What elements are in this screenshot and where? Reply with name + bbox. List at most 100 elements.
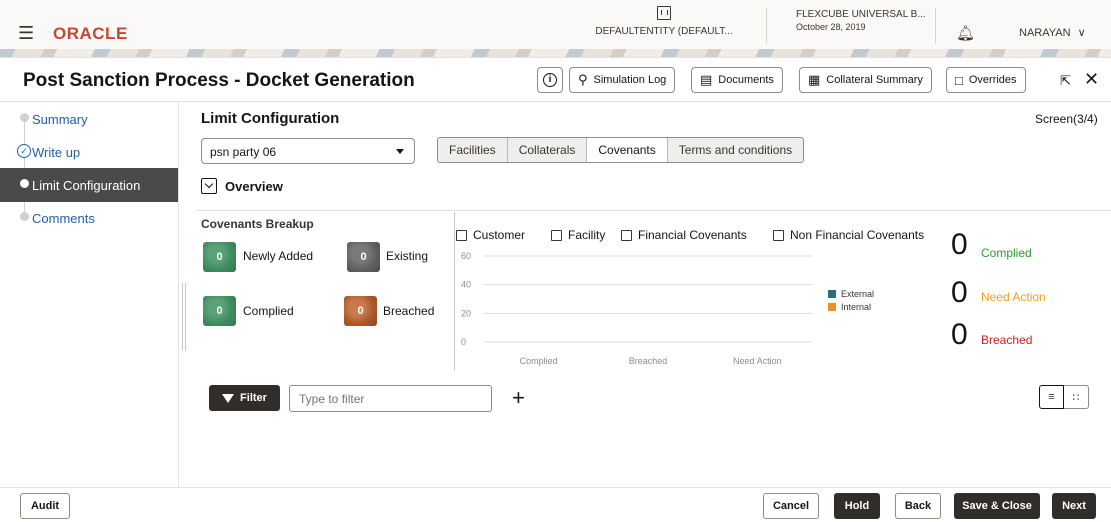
list-view-icon[interactable]: ≡: [1039, 385, 1064, 409]
oracle-logo: ORACLE: [53, 24, 128, 43]
entity-label: DEFAULTENTITY (DEFAULT...: [595, 26, 733, 37]
sidebar-resize-handle[interactable]: [182, 283, 186, 351]
filter-label: Filter: [240, 392, 267, 404]
legend-label: External: [841, 289, 874, 299]
sidebar-item-label: Limit Configuration: [32, 177, 141, 193]
financial-covenants-checkbox[interactable]: Financial Covenants: [621, 228, 747, 242]
complied-total-label: Complied: [981, 246, 1032, 260]
documents-label: Documents: [718, 74, 774, 86]
need-action-total-label: Need Action: [981, 290, 1046, 304]
breached-total-label: Breached: [981, 333, 1033, 347]
checkbox-box: [456, 229, 467, 241]
product-name: FLEXCUBE UNIVERSAL B...: [796, 9, 926, 20]
audit-button[interactable]: Audit: [20, 493, 70, 519]
y-tick-label: 60: [461, 251, 471, 261]
x-tick-label: Need Action: [733, 356, 782, 366]
document-icon: ▤: [700, 72, 713, 87]
sidebar-item-write-up[interactable]: ✓ Write up: [0, 135, 178, 169]
divider: [195, 210, 1111, 211]
title-bar: Post Sanction Process - Docket Generatio…: [0, 58, 1111, 102]
tab-bar: Facilities Collaterals Covenants Terms a…: [437, 137, 805, 163]
footer-bar: Audit Cancel Hold Back Save & Close Next: [0, 487, 1111, 522]
newly-added-count: 0: [203, 242, 236, 272]
step-dot: [20, 212, 29, 221]
section-title: Limit Configuration: [201, 110, 340, 127]
expand-icon[interactable]: ⇱: [1060, 73, 1071, 89]
sidebar-item-comments[interactable]: Comments: [0, 201, 178, 235]
collateral-summary-button[interactable]: ▦ Collateral Summary: [799, 67, 932, 93]
existing-label: Existing: [386, 249, 429, 263]
simulation-log-button[interactable]: ⚲ Simulation Log: [569, 67, 676, 93]
breakup-divider: [454, 212, 455, 370]
overrides-label: Overrides: [968, 74, 1017, 86]
cancel-button[interactable]: Cancel: [763, 493, 819, 519]
complied-total: 0: [951, 228, 968, 261]
bell-icon[interactable]: 🔔︎: [956, 24, 975, 42]
product-selector[interactable]: FLEXCUBE UNIVERSAL B... October 28, 2019: [796, 9, 926, 33]
info-button[interactable]: i: [537, 67, 563, 93]
summary-icon: ▦: [808, 72, 821, 87]
x-tick-label: Breached: [629, 356, 668, 366]
hamburger-menu-icon[interactable]: ☰: [18, 24, 34, 42]
y-tick-label: 0: [461, 337, 466, 347]
complied-label: Complied: [243, 304, 294, 318]
view-toggle: ≡ ∷: [1039, 385, 1089, 409]
sidebar-item-label: Comments: [32, 210, 95, 226]
tab-terms-and-conditions[interactable]: Terms and conditions: [668, 138, 803, 162]
checkbox-label: Financial Covenants: [638, 228, 747, 242]
checkbox-label: Non Financial Covenants: [790, 228, 925, 242]
non-financial-covenants-checkbox[interactable]: Non Financial Covenants: [773, 228, 924, 242]
add-icon[interactable]: +: [512, 385, 525, 411]
entity-selector[interactable]: DEFAULTENTITY (DEFAULT...: [584, 6, 744, 37]
close-icon[interactable]: ✕: [1084, 69, 1099, 90]
checkbox-box: [773, 229, 784, 241]
filter-button[interactable]: Filter: [209, 385, 280, 411]
y-tick-label: 40: [461, 280, 471, 290]
sidebar-item-label: Write up: [32, 144, 81, 160]
simulation-log-label: Simulation Log: [593, 74, 667, 86]
overrides-icon: □: [955, 72, 963, 88]
overview-toggle[interactable]: Overview: [201, 178, 283, 194]
funnel-icon: [222, 393, 235, 403]
existing-count: 0: [347, 242, 380, 272]
documents-button[interactable]: ▤ Documents: [691, 67, 783, 93]
x-tick-label: Complied: [520, 356, 558, 366]
tab-covenants[interactable]: Covenants: [587, 138, 668, 162]
app-header: ☰ ORACLE DEFAULTENTITY (DEFAULT... FLEXC…: [0, 0, 1111, 58]
customer-checkbox[interactable]: Customer: [456, 228, 525, 242]
info-icon: i: [543, 73, 557, 87]
screen-counter: Screen(3/4): [1035, 112, 1098, 126]
legend-label: Internal: [841, 302, 871, 312]
back-button[interactable]: Back: [895, 493, 941, 519]
check-circle-icon: ✓: [17, 144, 31, 158]
covenants-chart: 60 40 20 0 Complied Breached Need Action Extern…: [458, 244, 898, 371]
sidebar-item-summary[interactable]: Summary: [0, 102, 178, 136]
newly-added-label: Newly Added: [243, 249, 314, 263]
checkbox-label: Facility: [568, 228, 606, 242]
user-name: NARAYAN: [1019, 27, 1071, 39]
grid-view-icon[interactable]: ∷: [1064, 385, 1089, 409]
party-select-value: psn party 06: [210, 145, 277, 159]
overrides-button[interactable]: □ Overrides: [946, 67, 1026, 93]
sidebar-item-limit-configuration[interactable]: Limit Configuration: [0, 168, 178, 202]
covenants-bar-chart: 60 40 20 0 Complied Breached Need Action Extern…: [461, 251, 874, 366]
tab-collaterals[interactable]: Collaterals: [508, 138, 588, 162]
user-menu[interactable]: NARAYAN ∨: [1019, 26, 1086, 39]
party-select[interactable]: psn party 06: [201, 138, 415, 164]
breakup-title: Covenants Breakup: [201, 217, 314, 231]
tab-facilities[interactable]: Facilities: [438, 138, 508, 162]
hold-button[interactable]: Hold: [834, 493, 880, 519]
legend-swatch: [828, 303, 836, 311]
sidebar-item-label: Summary: [32, 111, 88, 127]
chevron-down-icon: ∨: [1077, 27, 1086, 39]
need-action-total: 0: [951, 276, 968, 309]
checkbox-box: [551, 229, 562, 241]
save-close-button[interactable]: Save & Close: [954, 493, 1040, 519]
stepper-sidebar: Summary ✓ Write up Limit Configuration C…: [0, 102, 179, 487]
header-divider: [766, 8, 767, 44]
filter-input[interactable]: [289, 385, 492, 412]
legend-swatch: [828, 290, 836, 298]
next-button[interactable]: Next: [1052, 493, 1096, 519]
facility-checkbox[interactable]: Facility: [551, 228, 605, 242]
chevron-down-icon: [201, 178, 217, 194]
